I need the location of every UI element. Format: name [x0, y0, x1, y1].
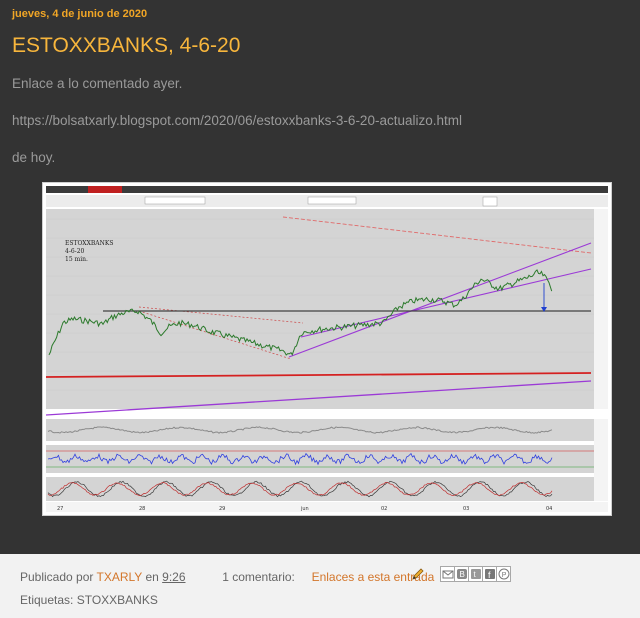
time-axis — [46, 502, 608, 512]
indicator-panel-2 — [46, 445, 594, 473]
share-buttons: B t f P — [440, 566, 511, 582]
indicator-axis — [594, 419, 608, 501]
chart-dropdown-1 — [144, 196, 206, 205]
trading-chart: ESTOXXBANKS 4-6-20 15 min. 27 28 29 jun 02 03… — [45, 186, 608, 512]
chart-annotation-symbol: ESTOXXBANKS — [65, 240, 113, 247]
time-axis-label: 03 — [463, 506, 469, 512]
time-axis-label: 27 — [57, 506, 63, 512]
email-icon[interactable] — [440, 566, 455, 582]
post-body-line-1: Enlace a lo comentado ayer. — [12, 76, 183, 91]
time-axis-label: jun — [300, 506, 309, 512]
chart-symbol-tag — [88, 186, 122, 193]
post-time-link[interactable]: 9:26 — [162, 570, 185, 584]
footer-byline: Publicado por TXARLY en 9:26 1 comentari… — [20, 570, 434, 584]
blog-icon[interactable]: B — [454, 566, 469, 582]
time-axis-label: 28 — [139, 506, 145, 512]
edit-pencil-icon[interactable] — [410, 566, 426, 582]
chart-title-bar — [46, 186, 608, 193]
published-by-label: Publicado por — [20, 570, 94, 584]
at-label: en — [145, 570, 159, 584]
post-title[interactable]: ESTOXXBANKS, 4-6-20 — [12, 34, 240, 58]
svg-text:P: P — [502, 572, 507, 579]
twitter-icon[interactable]: t — [468, 566, 483, 582]
post-body-link[interactable]: https://bolsatxarly.blogspot.com/2020/06… — [12, 113, 462, 128]
comments-link[interactable]: 1 comentario: — [222, 570, 295, 584]
labels-prefix: Etiquetas: — [20, 593, 74, 607]
chart-screenshot[interactable]: ESTOXXBANKS 4-6-20 15 min. 27 28 29 jun 02 03… — [42, 182, 612, 516]
post-body-line-3: de hoy. — [12, 150, 56, 165]
time-axis-label: 29 — [219, 506, 225, 512]
post-footer: Publicado por TXARLY en 9:26 1 comentari… — [0, 554, 640, 618]
author-link[interactable]: TXARLY — [97, 570, 143, 584]
chart-toolbar-btn — [482, 196, 498, 207]
post-date-header: jueves, 4 de junio de 2020 — [12, 8, 148, 20]
time-axis-label: 04 — [546, 506, 552, 512]
facebook-icon[interactable]: f — [482, 566, 497, 582]
label-link[interactable]: STOXXBANKS — [77, 593, 158, 607]
pinterest-icon[interactable]: P — [496, 566, 511, 582]
chart-annotation-date: 4-6-20 — [65, 248, 85, 255]
price-axis — [594, 209, 608, 409]
chart-dropdown-2 — [307, 196, 357, 205]
svg-text:B: B — [460, 570, 465, 579]
chart-annotation-timeframe: 15 min. — [65, 256, 88, 263]
price-panel — [46, 209, 594, 409]
time-axis-label: 02 — [381, 506, 387, 512]
footer-labels: Etiquetas: STOXXBANKS — [20, 593, 158, 607]
